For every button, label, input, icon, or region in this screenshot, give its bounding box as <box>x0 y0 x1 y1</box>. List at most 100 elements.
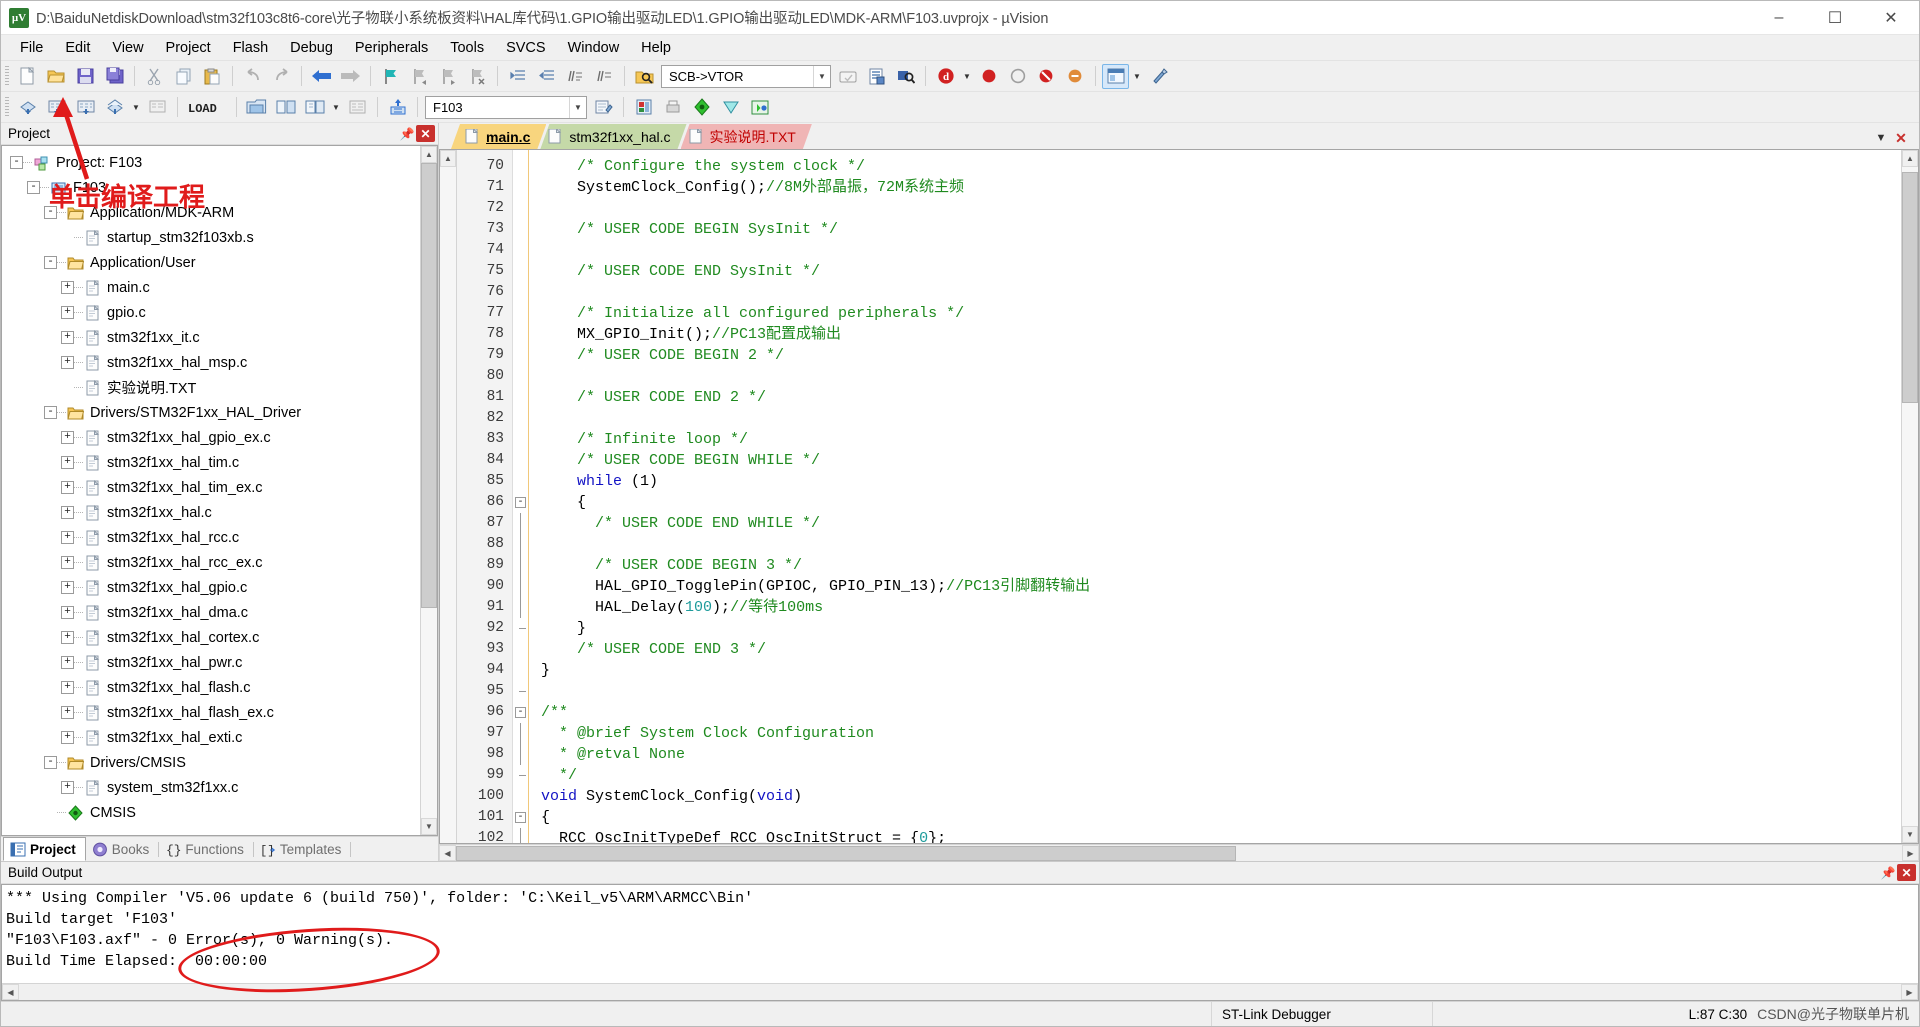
bookmark-toggle-icon[interactable] <box>377 64 404 89</box>
code-line[interactable]: /* Configure the system clock */ <box>541 156 1901 177</box>
expand-icon[interactable]: + <box>61 531 74 544</box>
expand-icon[interactable]: + <box>61 281 74 294</box>
target-selector-icon[interactable] <box>384 95 411 120</box>
scroll-thumb[interactable] <box>421 163 437 609</box>
scroll-down-icon[interactable]: ▼ <box>421 818 437 835</box>
bookmark-prev-icon[interactable] <box>406 64 433 89</box>
scroll-track[interactable] <box>421 163 437 818</box>
manage-runtime-env-icon[interactable] <box>717 95 744 120</box>
expand-icon[interactable]: + <box>61 781 74 794</box>
chevron-down-icon[interactable]: ▼ <box>569 96 586 118</box>
code-line[interactable]: void SystemClock_Config(void) <box>541 786 1901 807</box>
save-icon[interactable] <box>72 64 99 89</box>
manage-runtime-icon[interactable] <box>301 95 328 120</box>
tree-item[interactable]: - Application/MDK-ARM <box>2 200 420 225</box>
menu-tools[interactable]: Tools <box>439 37 495 59</box>
manage-dropdown-icon[interactable]: ▼ <box>329 95 343 120</box>
expand-icon[interactable]: + <box>61 306 74 319</box>
code-line[interactable]: /* USER CODE BEGIN 3 */ <box>541 555 1901 576</box>
tree-item[interactable]: + system_stm32f1xx.c <box>2 775 420 800</box>
menu-svcs[interactable]: SVCS <box>495 37 557 59</box>
menu-view[interactable]: View <box>101 37 154 59</box>
tab-list-icon[interactable]: ▼ <box>1871 127 1891 149</box>
expand-icon[interactable]: + <box>61 656 74 669</box>
fold-marker[interactable]: - <box>513 702 528 723</box>
code-line[interactable]: RCC_OscInitTypeDef RCC_OscInitStruct = {… <box>541 828 1901 843</box>
code-line[interactable]: while (1) <box>541 471 1901 492</box>
expand-icon[interactable]: + <box>61 356 74 369</box>
tree-item[interactable]: + stm32f1xx_hal_flash.c <box>2 675 420 700</box>
code-line[interactable]: HAL_GPIO_TogglePin(GPIOC, GPIO_PIN_13);/… <box>541 576 1901 597</box>
vtor-combo[interactable]: SCB->VTOR ▼ <box>661 64 831 88</box>
collapse-icon[interactable]: - <box>44 256 57 269</box>
editor-tab[interactable]: stm32f1xx_hal.c <box>540 124 686 149</box>
maximize-button[interactable]: ☐ <box>1807 1 1863 34</box>
fold-column[interactable]: - - - <box>513 150 529 843</box>
expand-icon[interactable]: + <box>61 331 74 344</box>
code-line[interactable] <box>541 198 1901 219</box>
project-tree-scrollbar[interactable]: ▲ ▼ <box>420 146 437 835</box>
pin-icon[interactable]: 📌 <box>398 125 416 143</box>
enable-breakpoints-icon[interactable] <box>1062 64 1089 89</box>
tree-item[interactable]: + stm32f1xx_hal_rcc_ex.c <box>2 550 420 575</box>
tree-item[interactable]: + stm32f1xx_hal_dma.c <box>2 600 420 625</box>
stop-build-icon[interactable] <box>144 95 171 120</box>
build-output-text[interactable]: *** Using Compiler 'V5.06 update 6 (buil… <box>2 885 1918 983</box>
comment-icon[interactable] <box>562 64 589 89</box>
expand-icon[interactable]: + <box>61 556 74 569</box>
print-icon[interactable] <box>659 95 686 120</box>
tab-books[interactable]: Books <box>86 837 159 861</box>
expand-icon[interactable]: + <box>61 731 74 744</box>
expand-icon[interactable]: + <box>61 456 74 469</box>
minimize-button[interactable]: – <box>1751 1 1807 34</box>
tree-item[interactable]: + gpio.c <box>2 300 420 325</box>
code-line[interactable]: { <box>541 492 1901 513</box>
manage-project-items-icon[interactable] <box>272 95 299 120</box>
tree-item[interactable]: + stm32f1xx_hal_tim.c <box>2 450 420 475</box>
new-file-icon[interactable] <box>14 64 41 89</box>
undo-icon[interactable] <box>239 64 266 89</box>
tree-item[interactable]: 实验说明.TXT <box>2 375 420 400</box>
code-line[interactable]: */ <box>541 765 1901 786</box>
editor-tab[interactable]: 实验说明.TXT <box>681 124 812 149</box>
hscroll-thumb[interactable] <box>456 845 1236 861</box>
expand-icon[interactable]: + <box>61 606 74 619</box>
collapse-icon[interactable]: - <box>44 756 57 769</box>
code-line[interactable] <box>541 408 1901 429</box>
pack-installer-icon[interactable] <box>688 95 715 120</box>
expand-icon[interactable]: + <box>61 506 74 519</box>
options-icon[interactable] <box>1145 64 1172 89</box>
expand-icon[interactable]: + <box>61 706 74 719</box>
scroll-right-icon[interactable]: ▶ <box>1902 845 1919 861</box>
multi-project-icon[interactable] <box>746 95 773 120</box>
code-line[interactable]: * @retval None <box>541 744 1901 765</box>
bookmark-next-icon[interactable] <box>435 64 462 89</box>
code-text[interactable]: /* Configure the system clock */ SystemC… <box>529 150 1901 843</box>
expand-icon[interactable]: + <box>61 581 74 594</box>
tree-item[interactable]: - Application/User <box>2 250 420 275</box>
code-line[interactable]: MX_GPIO_Init();//PC13配置成输出 <box>541 324 1901 345</box>
indent-icon[interactable] <box>504 64 531 89</box>
batch-build-dropdown-icon[interactable]: ▼ <box>129 95 143 120</box>
build-toolbar-grip[interactable] <box>5 97 9 117</box>
build-icon[interactable] <box>43 95 70 120</box>
tree-item[interactable]: + stm32f1xx_hal_msp.c <box>2 350 420 375</box>
tree-item[interactable]: - Project: F103 <box>2 150 420 175</box>
fold-marker[interactable]: - <box>513 807 528 828</box>
tree-item[interactable]: - Drivers/STM32F1xx_HAL_Driver <box>2 400 420 425</box>
rebuild-icon[interactable] <box>72 95 99 120</box>
tree-item[interactable]: + stm32f1xx_hal_gpio_ex.c <box>2 425 420 450</box>
tree-item[interactable]: + stm32f1xx_hal_exti.c <box>2 725 420 750</box>
tree-item[interactable]: + stm32f1xx_hal.c <box>2 500 420 525</box>
code-line[interactable] <box>541 282 1901 303</box>
tree-item[interactable]: + stm32f1xx_hal_rcc.c <box>2 525 420 550</box>
tree-item[interactable]: + stm32f1xx_hal_cortex.c <box>2 625 420 650</box>
menu-window[interactable]: Window <box>557 37 631 59</box>
menu-edit[interactable]: Edit <box>54 37 101 59</box>
outdent-icon[interactable] <box>533 64 560 89</box>
tree-item[interactable]: + stm32f1xx_hal_flash_ex.c <box>2 700 420 725</box>
pin-icon[interactable]: 📌 <box>1879 864 1897 882</box>
batch-build-icon[interactable] <box>101 95 128 120</box>
debug-dropdown-icon[interactable]: ▼ <box>960 64 974 89</box>
build-target-icon[interactable] <box>630 95 657 120</box>
